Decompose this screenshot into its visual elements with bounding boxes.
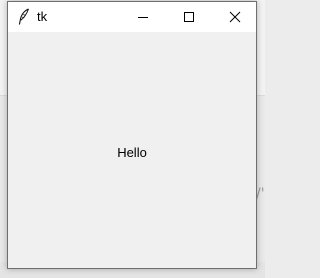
minimize-button[interactable] <box>120 2 166 32</box>
title-bar[interactable]: tk <box>8 2 256 32</box>
tk-window: tk Hello <box>7 1 257 269</box>
feather-icon[interactable] <box>17 8 31 26</box>
minimize-icon <box>137 11 149 23</box>
maximize-button[interactable] <box>166 2 212 32</box>
close-button[interactable] <box>212 2 258 32</box>
client-area: Hello <box>8 32 256 268</box>
close-icon <box>229 11 241 23</box>
maximize-icon <box>183 11 195 23</box>
background-partial-glyph: /' <box>256 186 265 202</box>
window-title: tk <box>37 9 48 24</box>
hello-label: Hello <box>117 145 147 160</box>
